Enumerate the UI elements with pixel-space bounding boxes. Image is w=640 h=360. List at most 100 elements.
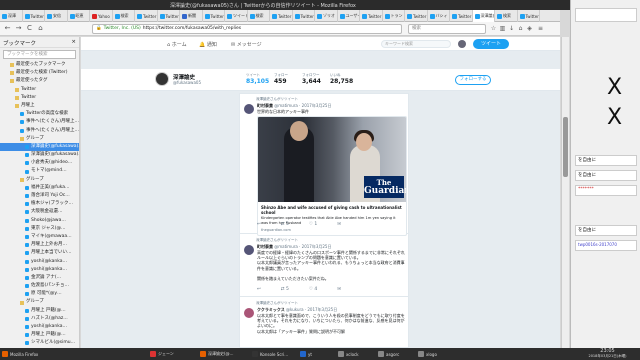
search-input[interactable]: 検索	[408, 24, 486, 34]
tweet[interactable]: 深澤諭史さんがリツイート ククラミックス @kukura · 2017年3月25…	[240, 298, 408, 347]
bookmark-item[interactable]: 最近使ったタグ	[0, 77, 79, 85]
desktop-widget[interactable]	[575, 8, 637, 22]
retweet-button[interactable]: ⇄ 5	[281, 287, 289, 292]
bookmark-search-input[interactable]: ブックマークを検索	[3, 50, 76, 59]
bookmark-item[interactable]: 大阪税金返還…	[0, 208, 79, 216]
bookmark-item[interactable]: グループ	[0, 298, 79, 306]
twitter-search-input[interactable]: キーワード検索	[381, 40, 451, 48]
profile-stat[interactable]: フォロワー 3,644	[302, 73, 330, 85]
sidebar-title[interactable]: ブックマーク	[3, 39, 36, 47]
profile-stat[interactable]: フォロー 459	[274, 73, 302, 85]
browser-tab[interactable]: Twitter	[23, 10, 45, 22]
sidebar-close-icon[interactable]: ×	[71, 39, 76, 45]
taskbar-item[interactable]: Mozilla Firefox	[2, 349, 62, 359]
bookmark-item[interactable]: シマルビル(@simu…	[0, 339, 79, 347]
home-toolbar-icon[interactable]: ⌂	[517, 25, 524, 32]
bookmark-item[interactable]: 小倉秀夫(@hideo…	[0, 159, 79, 167]
taskbar-item[interactable]: asgorc	[378, 349, 423, 359]
bookmark-item[interactable]: 月曜上本当でいい…	[0, 249, 79, 257]
nav-messages[interactable]: ✉ メッセージ	[231, 41, 262, 48]
browser-tab[interactable]: Twitter	[203, 10, 225, 22]
bookmark-item[interactable]: Twitterの高度な検索	[0, 110, 79, 118]
desktop-text-box[interactable]: を自由に	[575, 170, 637, 181]
reply-icon[interactable]: ↩	[257, 222, 261, 227]
library-icon[interactable]: ▥	[499, 25, 506, 32]
bookmark-item[interactable]: Twitter	[0, 94, 79, 102]
follow-button[interactable]: フォローする	[455, 75, 491, 85]
browser-tab[interactable]: Twitter	[158, 10, 180, 22]
bookmark-item[interactable]: 金沢論 アナ(…	[0, 274, 79, 282]
taskbar-item[interactable]: Konsole Scri…	[252, 349, 297, 359]
bookmark-item[interactable]: マイキ(@mawaa…	[0, 233, 79, 241]
browser-tab[interactable]: ユーザー	[338, 10, 360, 22]
bookmark-item[interactable]: 月曜上 戸籍(@…	[0, 307, 79, 315]
reload-icon[interactable]: C	[25, 24, 34, 33]
bookmark-item[interactable]: 深澤論史(@fukasawa)…	[0, 142, 79, 152]
bookmark-item[interactable]: 佐渡島(パンチョ…	[0, 282, 79, 290]
bookmark-item[interactable]: 植木ジャ(ブラック…	[0, 200, 79, 208]
shield-icon[interactable]: ◈	[526, 25, 533, 32]
retweet-button[interactable]: ⇄ 5	[281, 222, 289, 227]
taskbar-item[interactable]: xlogo	[418, 349, 463, 359]
like-button[interactable]: ♡ 4	[309, 287, 317, 292]
browser-tab[interactable]: トラン	[383, 10, 405, 22]
back-arrow-icon[interactable]: ←	[3, 24, 12, 33]
browser-tab[interactable]: Twitter	[518, 10, 540, 22]
bookmark-item[interactable]: yoshi(@kanka…	[0, 258, 79, 266]
bookmark-item[interactable]: グループ	[0, 176, 79, 184]
nav-home[interactable]: ⌂ ホーム	[167, 41, 187, 48]
bookmark-item[interactable]: 落合洋司 Yoji Oc…	[0, 192, 79, 200]
browser-tab[interactable]: ゾリオ	[315, 10, 338, 22]
url-bar[interactable]: 🔒 Twitter, Inc. (US) https://twitter.com/f…	[92, 24, 402, 34]
browser-tab[interactable]: Twitter	[360, 10, 383, 22]
like-button[interactable]: ♡ 1	[309, 222, 317, 227]
reply-icon[interactable]: ↩	[257, 287, 261, 292]
browser-tab[interactable]: Yahoo	[90, 10, 113, 22]
desktop-text-box[interactable]: *******	[575, 185, 637, 196]
browser-tab[interactable]: 検索	[495, 10, 518, 22]
browser-tab[interactable]: 深澤	[0, 10, 23, 22]
nav-notifications[interactable]: 🔔 通知	[199, 41, 217, 48]
browser-tab[interactable]: 新聞	[180, 10, 203, 22]
browser-tab[interactable]: 安倍	[45, 10, 68, 22]
bookmark-item[interactable]: グループ	[0, 135, 79, 143]
tweet-avatar[interactable]	[244, 104, 254, 114]
browser-tab[interactable]: 検索	[113, 10, 135, 22]
user-avatar[interactable]	[458, 40, 466, 48]
tweet[interactable]: 深澤諭史さんがリツイート 町村泰貴 @matimura · 2017年3月25日…	[240, 94, 408, 236]
scrollbar-thumb[interactable]	[563, 117, 568, 177]
bookmark-item[interactable]: 事件へ(たくさん)月曜上…	[0, 118, 79, 126]
browser-tab[interactable]: ツイート	[225, 10, 248, 22]
home-icon[interactable]: ⌂	[36, 24, 45, 33]
taskbar-item[interactable]: 深澤諭史(@…	[200, 349, 245, 359]
bookmark-item[interactable]: 原 可能*(@y…	[0, 290, 79, 298]
bookmark-item[interactable]: ハズトス(@haz…	[0, 315, 79, 323]
browser-tab[interactable]: 検索	[248, 10, 270, 22]
tweet[interactable]: 深澤諭史さんがリツイート 町村泰貴 @matimura · 2017年3月25日…	[240, 235, 408, 297]
message-icon[interactable]: ✉	[337, 222, 341, 227]
browser-tab[interactable]: Twitter	[135, 10, 158, 22]
forward-arrow-icon[interactable]: →	[14, 24, 23, 33]
tweet-button[interactable]: ツイート	[473, 39, 509, 49]
bookmark-item[interactable]: 東京 ジャス(@…	[0, 225, 79, 233]
browser-tab[interactable]: 昭恵	[68, 10, 90, 22]
browser-tab[interactable]: Twitter	[293, 10, 315, 22]
tweet-avatar[interactable]	[244, 308, 254, 318]
bookmark-item[interactable]: Shoko(@jawa…	[0, 217, 79, 225]
star-icon[interactable]: ☆	[490, 25, 497, 32]
desktop-text-box[interactable]: を自由に	[575, 225, 637, 236]
bookmark-item[interactable]: 福井正美(@fuka…	[0, 184, 79, 192]
browser-tab[interactable]: 深澤論史	[472, 10, 495, 22]
bookmark-item[interactable]: 月曜上	[0, 102, 79, 110]
profile-stat[interactable]: いいね 28,758	[330, 73, 358, 85]
profile-stat[interactable]: ツイート 83,105	[246, 73, 274, 85]
browser-tab[interactable]: バシィ	[428, 10, 450, 22]
message-icon[interactable]: ✉	[337, 287, 341, 292]
page-scrollbar[interactable]	[561, 37, 569, 348]
desktop-text-box[interactable]: twp0016s-2017070	[575, 240, 637, 251]
browser-tab[interactable]: Twitter	[270, 10, 293, 22]
profile-avatar[interactable]	[155, 72, 169, 86]
browser-tab[interactable]: Twitter	[405, 10, 428, 22]
bookmark-item[interactable]: 事件へ(たくさん)月曜上…	[0, 127, 79, 135]
bookmark-item[interactable]: 最近使った検索 (Twitter)	[0, 69, 79, 77]
